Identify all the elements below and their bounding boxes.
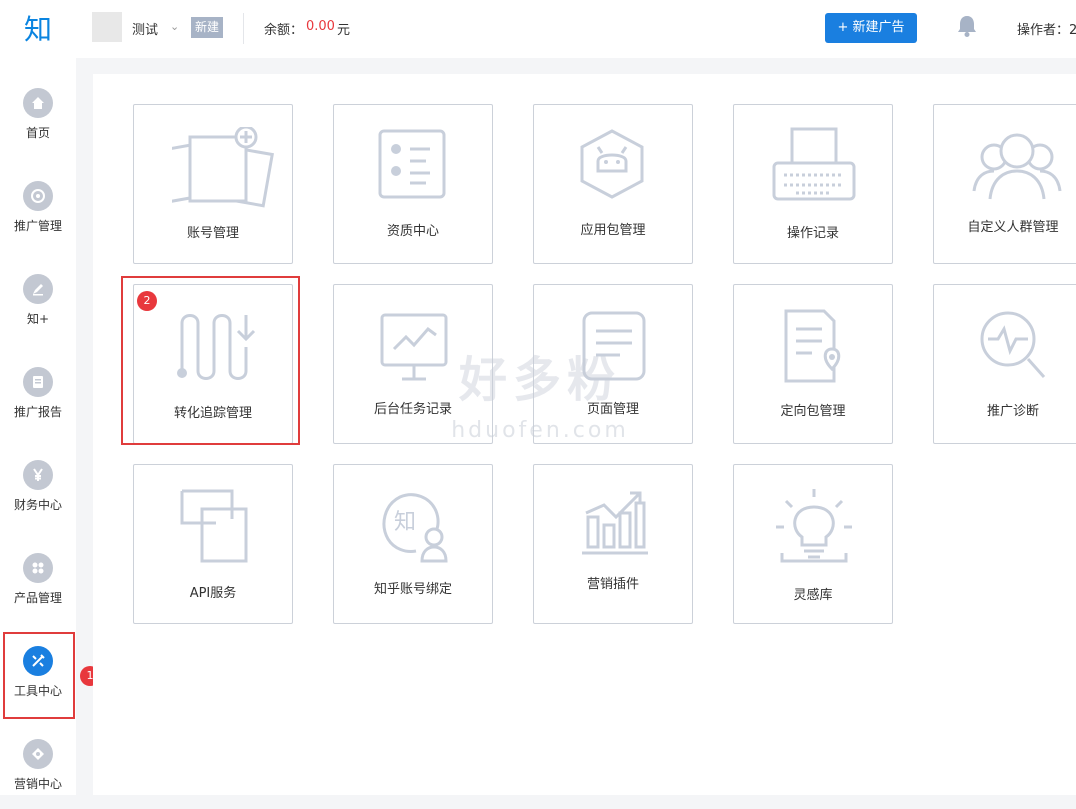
lightbulb-icon (776, 489, 852, 563)
nav-label: 知+ (26, 312, 50, 326)
nav-item-marketing[interactable]: 营销中心 (0, 739, 76, 809)
tile-label: 推广诊断 (986, 404, 1039, 419)
account-cards-icon (172, 127, 274, 208)
account-name[interactable]: 测试 (132, 19, 158, 38)
chevron-down-icon[interactable]: ⌄ (170, 20, 179, 33)
bell-icon[interactable] (956, 14, 978, 42)
tile-marketing-plugin[interactable]: 营销插件 (533, 464, 693, 624)
android-package-icon (580, 129, 644, 199)
tile-page-management[interactable]: 页面管理 (533, 284, 693, 444)
nav-item-zhi-plus[interactable]: 知+ (0, 274, 76, 344)
api-squares-icon (180, 489, 248, 563)
tile-api-service[interactable]: API服务 (133, 464, 293, 624)
crowd-icon (972, 133, 1062, 200)
nav-item-finance[interactable]: 财务中心 (0, 460, 76, 530)
step-badge-2: 2 (137, 291, 157, 311)
tile-custom-audience[interactable]: 自定义人群管理 (933, 104, 1076, 264)
zhihu-logo[interactable]: 知 (0, 8, 76, 48)
report-icon (23, 367, 53, 397)
divider (243, 13, 244, 44)
tile-label: 页面管理 (586, 402, 639, 417)
sidebar: 知 首页 推广管理 知+ 推广报告 财务中心 产品管理 工具中心 营销中心 1 (0, 0, 100, 795)
tile-label: 资质中心 (386, 224, 439, 239)
monitor-chart-icon (380, 313, 448, 381)
tile-operation-log[interactable]: 操作记录 (733, 104, 893, 264)
home-icon (23, 88, 53, 118)
page-icon (582, 311, 646, 381)
tools-nav-highlight-box (3, 632, 75, 719)
tile-label: 定向包管理 (780, 404, 846, 419)
nav-item-product[interactable]: 产品管理 (0, 553, 76, 623)
nav-label: 首页 (25, 126, 50, 140)
new-account-tag[interactable]: 新建 (191, 17, 224, 38)
tile-label: 后台任务记录 (373, 402, 452, 417)
marketing-icon (23, 739, 53, 769)
balance-unit: 元 (337, 23, 351, 38)
tile-targeting-package[interactable]: 定向包管理 (733, 284, 893, 444)
tile-zhihu-account-binding[interactable]: 知 知乎账号绑定 (333, 464, 493, 624)
tile-label: 灵感库 (793, 588, 833, 603)
nav-item-home[interactable]: 首页 (0, 88, 76, 158)
svg-text:知: 知 (394, 510, 416, 535)
nav-label: 营销中心 (13, 777, 62, 791)
nav-label: 推广报告 (13, 405, 62, 419)
qualification-list-icon (378, 129, 446, 199)
balance-label: 余额： (264, 23, 304, 38)
balance-value: 0.00 (306, 19, 335, 34)
new-ad-button[interactable]: + 新建广告 (825, 13, 917, 43)
document-location-icon (784, 309, 841, 383)
diagnosis-search-icon (980, 311, 1046, 378)
zhihu-user-icon: 知 (382, 493, 448, 563)
nav-label: 推广管理 (13, 219, 62, 233)
typewriter-icon (772, 127, 856, 201)
tile-label: API服务 (189, 586, 237, 601)
operator-label: 操作者：2 (1017, 23, 1076, 38)
tile-promotion-diagnosis[interactable]: 推广诊断 (933, 284, 1076, 444)
nav-item-promotion[interactable]: 推广管理 (0, 181, 76, 251)
promotion-icon (23, 181, 53, 211)
tile-label: 账号管理 (186, 226, 239, 241)
tile-background-tasks[interactable]: 后台任务记录 (333, 284, 493, 444)
tile-qualification-center[interactable]: 资质中心 (333, 104, 493, 264)
tile-label: 应用包管理 (580, 223, 646, 238)
pen-icon (23, 274, 53, 304)
nav-label: 财务中心 (13, 498, 62, 512)
grid-icon (23, 553, 53, 583)
account-avatar[interactable] (92, 12, 122, 42)
tile-label: 营销插件 (586, 577, 639, 592)
top-bar: 测试 ⌄ 新建 余额： 0.00 元 + 新建广告 操作者：2 (76, 0, 1076, 58)
tile-label: 知乎账号绑定 (373, 582, 452, 597)
tile-label: 自定义人群管理 (967, 220, 1059, 235)
tile-inspiration-library[interactable]: 灵感库 (733, 464, 893, 624)
bar-chart-arrow-icon (582, 491, 648, 555)
tile-app-package[interactable]: 应用包管理 (533, 104, 693, 264)
yen-icon (23, 460, 53, 490)
nav-label: 产品管理 (13, 591, 62, 605)
tile-label: 操作记录 (786, 226, 839, 241)
tile-account-management[interactable]: 账号管理 (133, 104, 293, 264)
nav-item-report[interactable]: 推广报告 (0, 367, 76, 437)
